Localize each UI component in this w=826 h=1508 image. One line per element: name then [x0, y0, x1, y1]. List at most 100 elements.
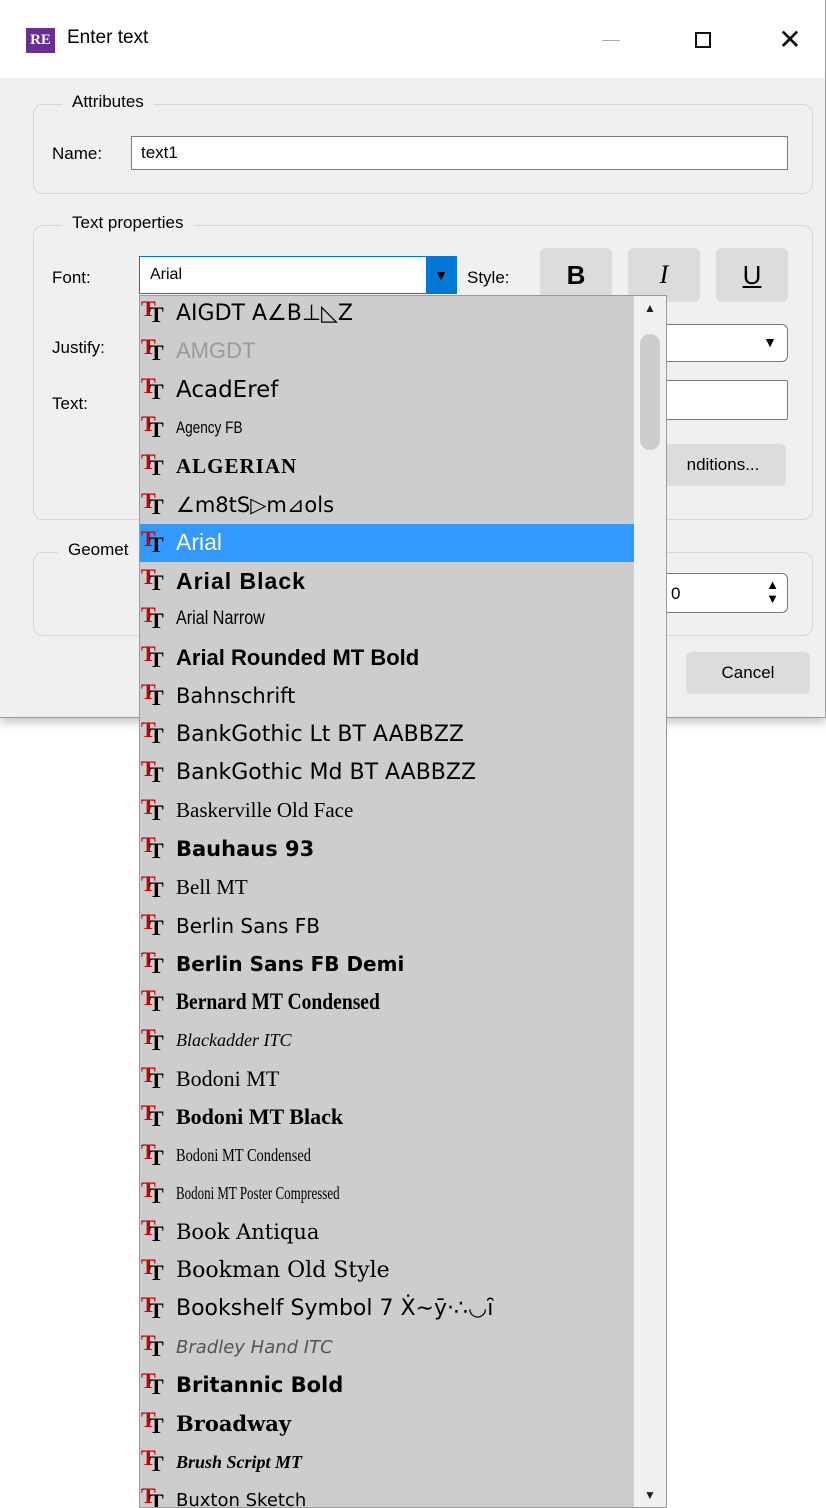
font-list-item[interactable]: T T Book Antiqua	[140, 1213, 634, 1251]
font-list-item-label: Berlin Sans FB	[176, 913, 321, 938]
chevron-down-icon[interactable]: ▼	[426, 257, 456, 293]
font-list-item[interactable]: T T Brush Script MT	[140, 1443, 634, 1481]
truetype-font-icon: TT	[141, 1023, 164, 1055]
font-list-item-label: Broadway	[176, 1411, 291, 1437]
font-list-item[interactable]: T T Arial	[140, 523, 634, 562]
truetype-font-icon: TT	[141, 1062, 164, 1093]
font-list-item[interactable]: T T Bahnschrift	[140, 677, 634, 715]
font-list-item-label: Bodoni MT	[176, 1066, 280, 1091]
text-label: Text:	[52, 394, 88, 413]
truetype-font-icon: TT	[141, 947, 164, 979]
font-list-item-label: Arial Black	[176, 567, 306, 594]
minimize-button[interactable]	[581, 20, 641, 60]
truetype-font-icon: TT	[141, 372, 164, 404]
font-list-item[interactable]: T T BankGothic Md BT AABBZZ	[140, 754, 634, 792]
underline-button[interactable]: U	[716, 248, 788, 302]
truetype-font-icon: TT	[141, 832, 164, 864]
truetype-font-icon: TT	[141, 410, 164, 442]
font-list-item[interactable]: T T AcadEref	[140, 371, 634, 409]
font-list-item[interactable]: T T Arial Rounded MT Bold	[140, 639, 634, 677]
window-title: Enter text	[67, 27, 149, 48]
minimize-icon	[602, 39, 620, 41]
truetype-font-icon: TT	[141, 1445, 164, 1476]
font-list-item-label: Bodoni MT Condensed	[176, 1145, 311, 1166]
chevron-down-icon: ▼	[763, 334, 777, 350]
truetype-font-icon: TT	[141, 564, 164, 596]
truetype-font-icon: TT	[141, 525, 164, 557]
cancel-button[interactable]: Cancel	[686, 652, 810, 694]
font-list-item-label: Bookshelf Symbol 7 Ẋ∼ȳ·∴◡ȋ	[176, 1296, 494, 1322]
font-list-item[interactable]: T T Baskerville Old Face	[140, 792, 634, 830]
scroll-down-icon[interactable]: ▼	[634, 1483, 666, 1507]
spin-arrows-icon[interactable]: ▲ ▼	[766, 578, 779, 606]
font-list-item-label: Bahnschrift	[176, 684, 296, 708]
truetype-font-icon: TT	[141, 449, 164, 481]
font-list-item[interactable]: T T Agency FB	[140, 409, 634, 447]
maximize-button[interactable]	[673, 20, 733, 60]
truetype-font-icon: TT	[141, 602, 164, 634]
justify-select[interactable]: ▼	[660, 324, 788, 362]
font-list-item[interactable]: T T Bookman Old Style	[140, 1252, 634, 1290]
font-list-item[interactable]: T T AIGDT A∠B⊥◺Z	[140, 296, 634, 332]
font-list-item-label: Bradley Hand ITC	[176, 1336, 333, 1358]
truetype-font-icon: TT	[141, 755, 164, 787]
truetype-font-icon: TT	[141, 793, 164, 825]
font-list-item[interactable]: T T Blackadder ITC	[140, 1022, 634, 1060]
font-list-item[interactable]: T T Bodoni MT	[140, 1060, 634, 1098]
font-list-item[interactable]: T T ALGERIAN	[140, 447, 634, 485]
conditions-button[interactable]: nditions...	[660, 444, 786, 486]
font-list-item[interactable]: T T Bauhaus 93	[140, 830, 634, 868]
app-logo-icon: RE	[26, 28, 55, 53]
name-label: Name:	[52, 144, 103, 163]
font-list-item-label: Brush Script MT	[176, 1451, 303, 1472]
geometry-spinbox[interactable]: 0 ▲ ▼	[660, 573, 788, 613]
font-list-item[interactable]: T T Britannic Bold	[140, 1366, 634, 1404]
font-dropdown-list[interactable]: T T AIGDT A∠B⊥◺Z T T AMGDT T T AcadEref T T Agency …	[139, 295, 667, 1508]
font-list-item-label: Buxton Sketch	[176, 1489, 307, 1508]
font-list-item[interactable]: T T Bodoni MT Black	[140, 1098, 634, 1136]
close-button[interactable]: ✕	[760, 20, 820, 60]
font-list-item-label: Book Antiqua	[176, 1220, 320, 1245]
truetype-font-icon: TT	[141, 1215, 164, 1247]
font-list-item-label: AMGDT	[176, 338, 256, 364]
geometry-spin-value: 0	[671, 584, 681, 603]
font-list-item[interactable]: T T Bookshelf Symbol 7 Ẋ∼ȳ·∴◡ȋ	[140, 1290, 634, 1328]
font-list-item-label: Bodoni MT Poster Compressed	[176, 1183, 340, 1204]
font-list-item-label: AcadEref	[176, 376, 279, 403]
font-list-item-label: Berlin Sans FB Demi	[176, 952, 405, 977]
geometry-group-title: Geomet	[58, 540, 139, 560]
scrollbar-thumb[interactable]	[640, 334, 660, 450]
truetype-font-icon: TT	[141, 334, 164, 366]
truetype-font-icon: TT	[141, 1176, 164, 1208]
font-list-item[interactable]: T T Arial Black	[140, 562, 634, 600]
font-list-item[interactable]: T T Buxton Sketch	[140, 1481, 634, 1508]
truetype-font-icon: TT	[141, 487, 164, 519]
dropdown-scrollbar[interactable]: ▲ ▼	[634, 296, 666, 1507]
scroll-up-icon[interactable]: ▲	[634, 296, 666, 320]
attributes-group-title: Attributes	[62, 92, 154, 112]
font-list-item[interactable]: T T Bell MT	[140, 869, 634, 907]
truetype-font-icon: TT	[141, 1138, 164, 1170]
font-list-item[interactable]: T T Berlin Sans FB	[140, 907, 634, 945]
font-list-item-label: Bernard MT Condensed	[176, 989, 380, 1015]
font-list-item-label: ALGERIAN	[176, 453, 298, 478]
bold-button[interactable]: B	[540, 248, 612, 302]
text-field[interactable]	[660, 380, 788, 420]
truetype-font-icon: TT	[141, 1406, 164, 1438]
font-list-item[interactable]: T T BankGothic Lt BT AABBZZ	[140, 715, 634, 753]
truetype-font-icon: TT	[141, 985, 164, 1017]
font-list-item[interactable]: T T Arial Narrow	[140, 600, 634, 638]
font-list-item[interactable]: T T Broadway	[140, 1405, 634, 1443]
font-list-item[interactable]: T T Bernard MT Condensed	[140, 983, 634, 1021]
font-list-item[interactable]: T T Bodoni MT Poster Compressed	[140, 1175, 634, 1213]
font-list-item[interactable]: T T AMGDT	[140, 332, 634, 370]
font-list-item-label: Agency FB	[176, 417, 243, 437]
font-select[interactable]: Arial ▼	[139, 256, 457, 294]
font-list-item[interactable]: T T ∠m8tS▷m⊿ols	[140, 486, 634, 524]
font-list-item[interactable]: T T Bodoni MT Condensed	[140, 1137, 634, 1175]
title-bar[interactable]: RE Enter text ✕	[0, 0, 825, 78]
italic-button[interactable]: I	[628, 248, 700, 302]
font-list-item[interactable]: T T Berlin Sans FB Demi	[140, 945, 634, 983]
name-field[interactable]: text1	[131, 136, 788, 170]
font-list-item[interactable]: T T Bradley Hand ITC	[140, 1328, 634, 1366]
